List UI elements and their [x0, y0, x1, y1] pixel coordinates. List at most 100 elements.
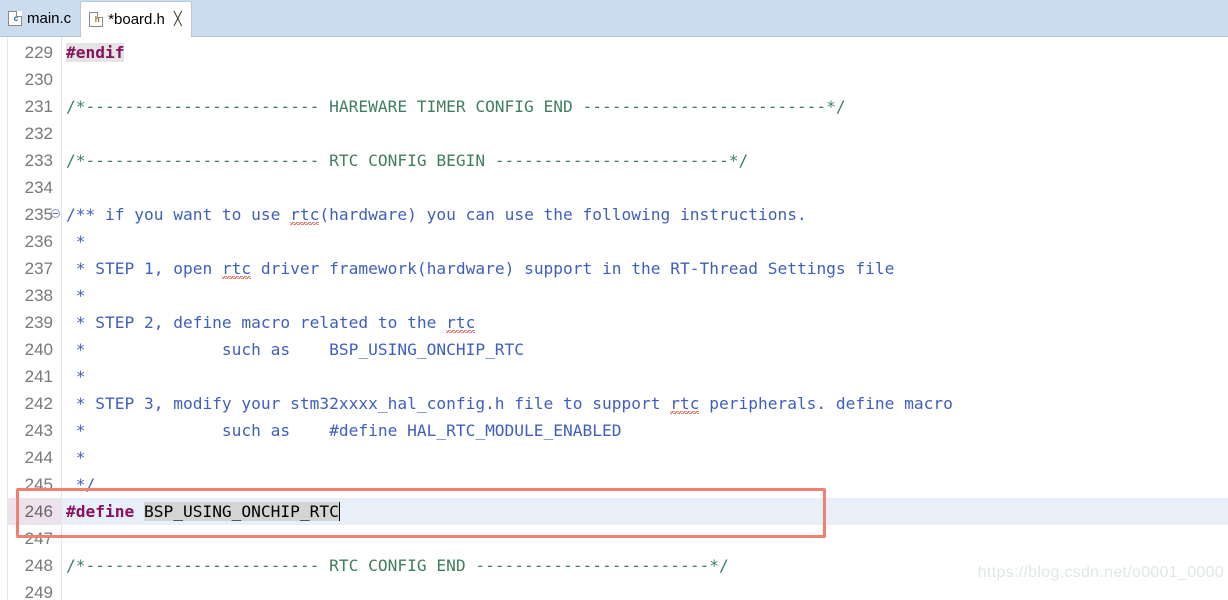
spellcheck-underlined-word: rtc — [290, 201, 320, 228]
h-header-file-icon: h — [89, 12, 104, 27]
code-token: driver framework(hardware) support in th… — [251, 259, 895, 278]
code-token: * STEP 1, open — [66, 259, 222, 278]
line-number: 247 — [24, 529, 53, 548]
code-token: * — [66, 286, 86, 305]
code-line[interactable]: #define BSP_USING_ONCHIP_RTC — [62, 498, 1228, 525]
editor-tab-board.h[interactable]: h *board.h ╳ — [80, 1, 192, 37]
code-token: * — [66, 232, 86, 251]
code-token: * STEP 3, modify your stm32xxxx_hal_conf… — [66, 394, 671, 413]
code-token: #define — [66, 502, 144, 521]
code-line-text: /*------------------------ HAREWARE TIME… — [66, 93, 846, 120]
code-token: (hardware) you can use the following ins… — [319, 205, 807, 224]
line-number: 235 — [24, 205, 53, 224]
code-line-text: */ — [66, 471, 96, 498]
gutter-row[interactable]: 233 — [0, 147, 61, 174]
editor-tab-label: *board.h — [108, 11, 165, 28]
text-cursor — [338, 502, 340, 521]
code-line-text: * STEP 2, define macro related to the rt… — [66, 309, 476, 336]
gutter-row[interactable]: 232 — [0, 120, 61, 147]
code-token: /*------------------------ RTC CONFIG BE… — [66, 151, 749, 170]
source-editor[interactable]: 229 230 231 232 233 234 235 236 237 238 239 240 241 2… — [0, 37, 1228, 600]
code-line[interactable]: * — [62, 363, 1228, 390]
code-line[interactable] — [62, 66, 1228, 93]
gutter-row[interactable]: 240 — [0, 336, 61, 363]
code-token: /*------------------------ HAREWARE TIME… — [66, 97, 846, 116]
code-line[interactable] — [62, 174, 1228, 201]
gutter-row[interactable]: 230 — [0, 66, 61, 93]
gutter-row[interactable]: 236 — [0, 228, 61, 255]
code-line[interactable] — [62, 120, 1228, 147]
line-number: 234 — [24, 178, 53, 197]
code-line-text: * — [66, 228, 86, 255]
gutter-row[interactable]: 231 — [0, 93, 61, 120]
code-line-text: * STEP 3, modify your stm32xxxx_hal_conf… — [66, 390, 953, 417]
gutter-row[interactable]: 242 — [0, 390, 61, 417]
code-line[interactable]: #endif — [62, 39, 1228, 66]
gutter-row[interactable]: 234 — [0, 174, 61, 201]
code-text-area[interactable]: #endif /*------------------------ HAREWAR… — [62, 37, 1228, 600]
gutter-row[interactable]: 238 — [0, 282, 61, 309]
code-line[interactable]: /*------------------------ RTC CONFIG BE… — [62, 147, 1228, 174]
code-token: * such as #define HAL_RTC_MODULE_ENABLED — [66, 421, 622, 440]
code-line[interactable]: * STEP 2, define macro related to the rt… — [62, 309, 1228, 336]
editor-tab-main.c[interactable]: c main.c — [0, 1, 80, 36]
watermark-text: https://blog.csdn.net/o0001_0000 — [977, 564, 1224, 581]
line-number: 237 — [24, 259, 53, 278]
code-line[interactable]: * — [62, 228, 1228, 255]
line-number: 243 — [24, 421, 53, 440]
code-fold-collapse-icon[interactable] — [51, 201, 62, 228]
gutter-row[interactable]: 248 — [0, 552, 61, 579]
line-number: 232 — [24, 124, 53, 143]
gutter-row[interactable]: 239 — [0, 309, 61, 336]
gutter-row[interactable]: 235 — [0, 201, 61, 228]
code-token: /** if you want to use — [66, 205, 291, 224]
code-line-text: #define BSP_USING_ONCHIP_RTC — [66, 498, 340, 525]
spellcheck-underlined-word: rtc — [446, 309, 476, 336]
code-token: * STEP 2, define macro related to the — [66, 313, 447, 332]
line-number: 236 — [24, 232, 53, 251]
line-number-gutter[interactable]: 229 230 231 232 233 234 235 236 237 238 239 240 241 2… — [0, 37, 62, 600]
line-number: 231 — [24, 97, 53, 116]
file-icon-letter: c — [13, 14, 19, 23]
line-number: 241 — [24, 367, 53, 386]
code-line[interactable]: /*------------------------ HAREWARE TIME… — [62, 93, 1228, 120]
code-line[interactable]: /** if you want to use rtc(hardware) you… — [62, 201, 1228, 228]
code-line-text: #endif — [66, 39, 125, 66]
gutter-row[interactable]: 249 — [0, 579, 61, 600]
editor-window: c main.c h *board.h ╳ 229 230 231 232 233 234 235 2… — [0, 0, 1228, 600]
gutter-row[interactable]: 243 — [0, 417, 61, 444]
gutter-row[interactable]: 244 — [0, 444, 61, 471]
code-line[interactable] — [62, 525, 1228, 552]
line-number: 229 — [24, 43, 53, 62]
gutter-row[interactable]: 229 — [0, 39, 61, 66]
code-line[interactable]: * such as #define HAL_RTC_MODULE_ENABLED — [62, 417, 1228, 444]
code-line[interactable] — [62, 579, 1228, 600]
line-number: 245 — [24, 475, 53, 494]
line-number: 249 — [24, 583, 53, 600]
gutter-row[interactable]: 245 — [0, 471, 61, 498]
code-line-text: * — [66, 444, 86, 471]
code-line[interactable]: * STEP 3, modify your stm32xxxx_hal_conf… — [62, 390, 1228, 417]
code-line[interactable]: * — [62, 444, 1228, 471]
code-line[interactable]: * STEP 1, open rtc driver framework(hard… — [62, 255, 1228, 282]
file-icon-letter: h — [94, 15, 100, 24]
close-icon[interactable]: ╳ — [174, 13, 182, 26]
line-number: 246 — [24, 502, 53, 521]
code-line-text: * such as BSP_USING_ONCHIP_RTC — [66, 336, 524, 363]
code-line[interactable]: * — [62, 282, 1228, 309]
gutter-row[interactable]: 237 — [0, 255, 61, 282]
code-token: * — [66, 448, 86, 467]
spellcheck-underlined-word: rtc — [221, 255, 252, 282]
line-number: 233 — [24, 151, 53, 170]
gutter-row[interactable]: 241 — [0, 363, 61, 390]
c-source-file-icon: c — [8, 11, 22, 26]
code-line[interactable]: */ — [62, 471, 1228, 498]
gutter-row[interactable]: 246 — [0, 498, 62, 525]
code-token: * such as BSP_USING_ONCHIP_RTC — [66, 340, 525, 359]
gutter-row[interactable]: 247 — [0, 525, 61, 552]
code-token: * — [66, 367, 86, 386]
code-line[interactable]: * such as BSP_USING_ONCHIP_RTC — [62, 336, 1228, 363]
line-number: 230 — [24, 70, 53, 89]
code-token: #endif — [66, 43, 125, 62]
line-number: 238 — [24, 286, 53, 305]
